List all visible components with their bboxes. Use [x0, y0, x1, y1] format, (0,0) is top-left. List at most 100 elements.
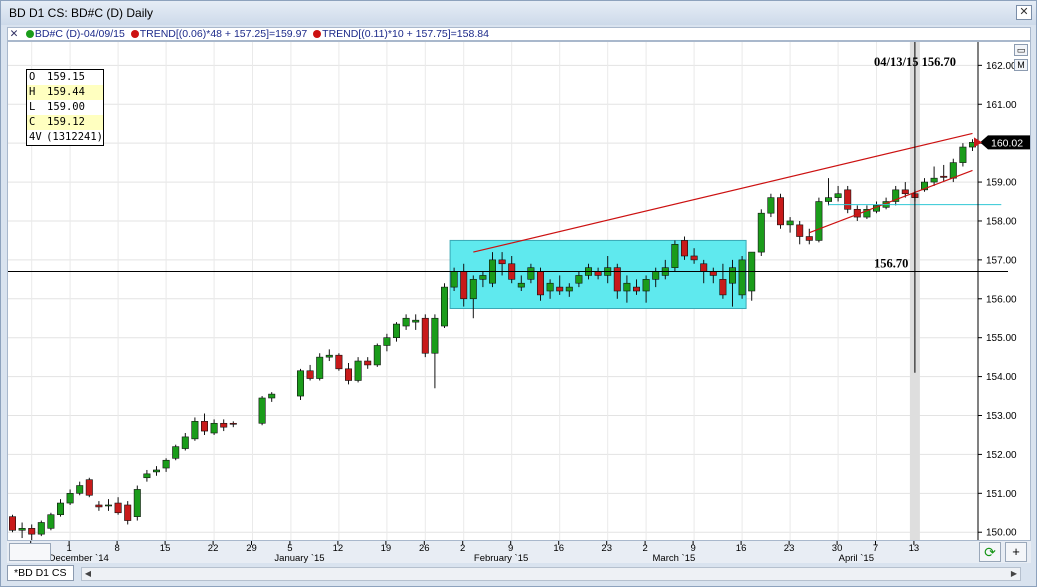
month-label: March `15: [653, 553, 696, 563]
refresh-icon[interactable]: ⟳: [979, 542, 1001, 562]
candle-body: [191, 421, 199, 440]
month-label: February `15: [474, 553, 528, 563]
candle-body: [421, 317, 429, 354]
title-bar[interactable]: BD D1 CS: BD#C (D) Daily ✕: [1, 1, 1036, 25]
candle-body: [210, 422, 218, 434]
candle-body: [296, 370, 304, 397]
candle-body: [181, 436, 189, 449]
scale-menu-button[interactable]: ▭: [1014, 44, 1028, 56]
candle-body: [220, 422, 228, 428]
y-tick-label: 156.00: [986, 294, 1017, 305]
candle-body: [824, 197, 832, 202]
candle-body: [431, 317, 439, 354]
candle-body: [440, 286, 448, 327]
candle-body: [556, 286, 564, 292]
candle-body: [85, 479, 93, 496]
candle-body: [680, 240, 688, 257]
x-tick-label: 26: [419, 543, 430, 554]
candle-body: [383, 337, 391, 346]
candle-body: [536, 271, 544, 296]
month-label: April `15: [839, 553, 874, 563]
window-title: BD D1 CS: BD#C (D) Daily: [9, 6, 154, 20]
legend-item-trend-2[interactable]: TREND[(0.11)*10 + 157.75]=158.84: [310, 28, 489, 40]
y-tick-label: 161.00: [986, 100, 1017, 111]
x-tick-label: 23: [601, 543, 612, 554]
candle-body: [133, 489, 141, 517]
y-tick-label: 152.00: [986, 450, 1017, 461]
scroll-right-icon[interactable]: ▶: [1008, 568, 1020, 580]
x-tick-label: 8: [114, 543, 119, 554]
legend-close-icon[interactable]: ✕: [8, 28, 20, 40]
candle-body: [258, 397, 266, 424]
candle-body: [479, 275, 487, 280]
x-tick-label: 23: [784, 543, 795, 554]
legend-dot-icon: [313, 30, 322, 38]
chart-tab-bar: *BD D1 CS ◀ ▶: [7, 565, 1031, 583]
x-tick-label: 2: [460, 543, 465, 554]
y-tick-label: 155.00: [986, 333, 1017, 344]
tab-bd-d1-cs[interactable]: *BD D1 CS: [7, 565, 74, 581]
horizontal-scrollbar[interactable]: ◀ ▶: [81, 567, 1021, 581]
candle-body: [335, 354, 343, 370]
chart-window: BD D1 CS: BD#C (D) Daily ✕ ✕ BD#C (D)-04…: [0, 0, 1037, 587]
y-tick-label: 157.00: [986, 255, 1017, 266]
crosshair-label: 04/13/15 156.70: [874, 55, 956, 69]
x-tick-label: 19: [381, 543, 392, 554]
price-chart-area[interactable]: 150.00 151.00 152.00 153.00 154.00 155.00 156.…: [7, 41, 1031, 541]
scale-options-button[interactable]: M: [1014, 59, 1028, 71]
ohlc-row-open: O 159.15: [29, 71, 85, 83]
candle-body: [162, 459, 170, 469]
ohlc-row-close: C 159.12: [27, 115, 103, 130]
candle-body: [76, 485, 84, 494]
candle-body: [949, 162, 957, 179]
candlestick-chart[interactable]: 150.00 151.00 152.00 153.00 154.00 155.00 156.…: [8, 42, 1030, 540]
candle-body: [776, 197, 784, 226]
candle-body: [719, 279, 727, 296]
x-tick-label: 2: [642, 543, 647, 554]
month-label: December `14: [49, 553, 109, 563]
candle-body: [546, 282, 554, 292]
y-tick-label: 153.00: [986, 411, 1017, 422]
x-tick-label: 16: [736, 543, 747, 554]
candle-body: [201, 421, 209, 432]
legend-item-trend-1[interactable]: TREND[(0.06)*48 + 157.25]=159.97: [128, 28, 310, 40]
candle-body: [517, 282, 525, 288]
scroll-thumb[interactable]: [9, 543, 51, 561]
candle-body: [690, 255, 698, 261]
candle-body: [527, 267, 535, 280]
time-axis: 2418152229512192629162329162330713Decemb…: [25, 541, 919, 563]
candle-body: [632, 286, 640, 292]
legend-item-symbol[interactable]: BD#C (D)-04/09/15: [23, 28, 128, 40]
last-price-label: 160.02: [991, 137, 1023, 149]
candle-body: [575, 275, 583, 284]
x-tick-label: 29: [246, 543, 257, 554]
candle-body: [959, 146, 967, 163]
candle-body: [709, 271, 717, 276]
y-tick-label: 151.00: [986, 489, 1017, 500]
candle-body: [815, 201, 823, 241]
candle-body: [8, 516, 17, 531]
legend-dot-icon: [25, 30, 34, 38]
scroll-left-icon[interactable]: ◀: [82, 568, 94, 580]
candle-body: [757, 212, 765, 253]
candle-body: [498, 259, 506, 265]
candle-body: [28, 528, 36, 535]
legend-dot-icon: [130, 30, 139, 38]
candle-body: [37, 522, 45, 535]
candle-body: [364, 360, 372, 366]
x-tick-label: 15: [160, 543, 171, 554]
time-scrollbar[interactable]: 2418152229512192629162329162330713Decemb…: [7, 541, 1031, 563]
ohlc-row-low: L 159.00: [29, 101, 85, 113]
candle-body: [805, 236, 813, 241]
close-icon[interactable]: ✕: [1016, 5, 1032, 20]
study-legend-bar: ✕ BD#C (D)-04/09/15 TREND[(0.06)*48 + 15…: [7, 27, 1031, 41]
candle-body: [671, 244, 679, 268]
candle-body: [402, 317, 410, 327]
ohlc-data-box: O 159.15 H 159.44 L 159.00 C 159.12 4V (13122…: [26, 69, 104, 146]
zoom-in-button[interactable]: +: [1005, 542, 1027, 562]
candle-body: [114, 502, 122, 514]
candle-body: [642, 279, 650, 292]
candle-body: [268, 393, 276, 399]
y-tick-label: 159.00: [986, 178, 1017, 189]
candle-body: [325, 354, 333, 358]
